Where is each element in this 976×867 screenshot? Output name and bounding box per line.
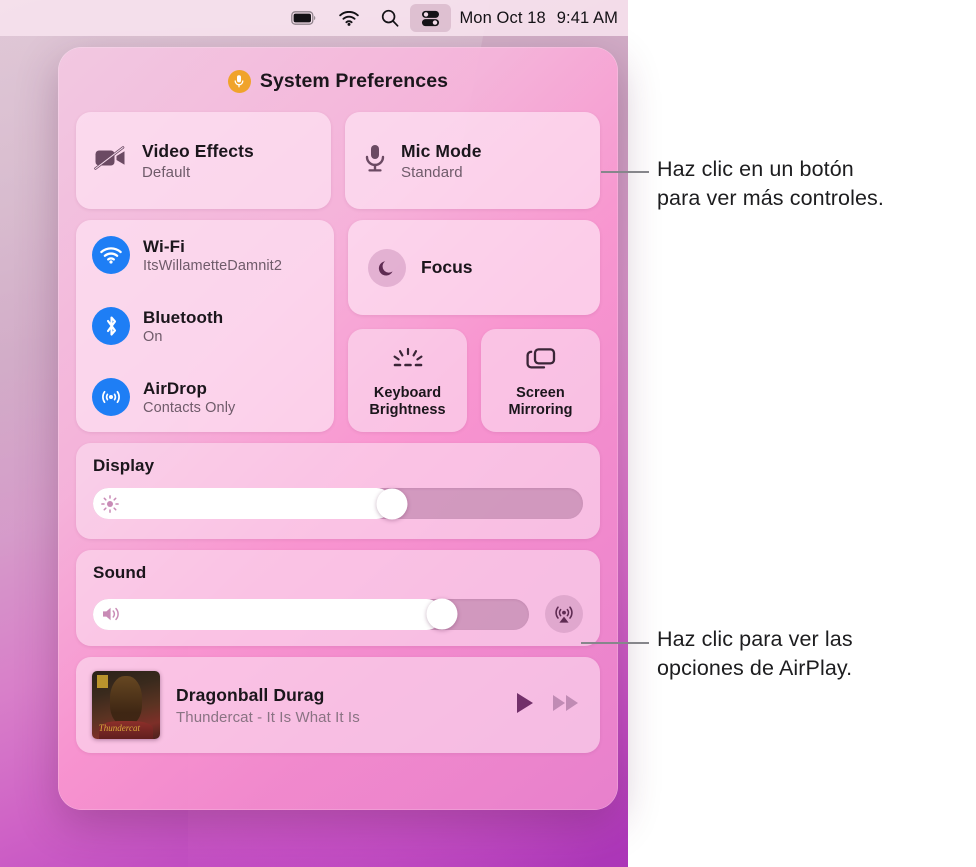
airdrop-control[interactable]: AirDrop Contacts Only [92, 378, 334, 416]
callout-buttons-leader-line [601, 171, 649, 173]
keyboard-brightness-button[interactable]: Keyboard Brightness [348, 329, 467, 432]
menubar-date: Mon Oct 18 [459, 8, 546, 27]
display-title: Display [93, 456, 155, 475]
page-title: System Preferences [259, 69, 449, 92]
menubar-time: 9:41 AM [556, 8, 618, 27]
album-artwork: Thundercat [92, 671, 160, 739]
bluetooth-status: On [143, 328, 163, 345]
callout-airplay-line1: Haz clic para ver las [657, 627, 853, 651]
screen-mirroring-label-line1: Screen [516, 384, 565, 401]
focus-label: Focus [421, 257, 473, 277]
menubar-clock[interactable]: Mon Oct 18 9:41 AM [451, 9, 618, 28]
effects-row: Video Effects Default Mic Mode Standard [76, 112, 600, 209]
control-center-icon[interactable] [410, 4, 452, 32]
bluetooth-control[interactable]: Bluetooth On [92, 307, 334, 345]
video-effects-title: Video Effects [142, 140, 254, 161]
bluetooth-icon [92, 307, 130, 345]
screen-mirroring-label-line2: Mirroring [508, 401, 573, 418]
album-art-signature: Thundercat [98, 722, 140, 733]
microphone-in-use-icon [227, 69, 251, 93]
sound-slider-handle[interactable] [426, 598, 458, 630]
wifi-title: Wi-Fi [143, 236, 185, 256]
focus-and-utilities-column: Focus Keyboard Brightness Screen Mirrori… [348, 220, 600, 432]
control-center-panel: System Preferences Video Effects Default [58, 47, 618, 810]
battery-icon[interactable] [280, 4, 328, 32]
utility-tiles-row: Keyboard Brightness Screen Mirroring [348, 329, 600, 432]
display-slider-handle[interactable] [376, 488, 408, 519]
video-off-icon [94, 145, 128, 176]
callout-airplay: Haz clic para ver las opciones de AirPla… [657, 625, 853, 683]
menu-bar: Mon Oct 18 9:41 AM [0, 0, 628, 36]
connectivity-row: Wi-Fi ItsWillametteDamnit2 Bluetooth On [76, 220, 600, 432]
mic-mode-subtitle: Standard [401, 163, 463, 181]
bluetooth-title: Bluetooth [143, 307, 224, 327]
video-effects-button[interactable]: Video Effects Default [76, 112, 331, 209]
screen-mirroring-icon [524, 347, 558, 378]
speaker-icon [101, 605, 123, 623]
wifi-icon[interactable] [328, 4, 370, 32]
track-title: Dragonball Durag [176, 684, 325, 705]
callout-airplay-line2: opciones de AirPlay. [657, 656, 853, 681]
display-brightness-slider[interactable] [93, 488, 583, 519]
keyboard-brightness-icon [389, 347, 427, 378]
sound-section: Sound [76, 550, 600, 646]
brightness-icon [101, 494, 119, 513]
mic-mode-title: Mic Mode [401, 140, 482, 161]
callout-buttons: Haz clic en un botón para ver más contro… [657, 155, 884, 213]
search-icon[interactable] [370, 4, 410, 32]
microphone-icon [363, 143, 387, 178]
wifi-control[interactable]: Wi-Fi ItsWillametteDamnit2 [92, 236, 334, 274]
callout-buttons-line1: Haz clic en un botón [657, 157, 854, 181]
wifi-network-name: ItsWillametteDamnit2 [143, 257, 282, 274]
sound-title: Sound [93, 563, 147, 582]
moon-icon [368, 248, 406, 287]
play-button[interactable] [514, 691, 536, 720]
callout-buttons-line2: para ver más controles. [657, 186, 884, 211]
wifi-icon [92, 236, 130, 274]
sound-volume-slider[interactable] [93, 598, 529, 630]
control-center-header: System Preferences [76, 61, 600, 101]
display-section: Display [76, 443, 600, 539]
airdrop-status: Contacts Only [143, 399, 236, 416]
airdrop-icon [92, 378, 130, 416]
focus-button[interactable]: Focus [348, 220, 600, 315]
keyboard-brightness-label-line1: Keyboard [373, 384, 442, 401]
video-effects-subtitle: Default [142, 163, 191, 181]
screen-mirroring-button[interactable]: Screen Mirroring [481, 329, 600, 432]
fast-forward-button[interactable] [552, 692, 580, 719]
track-artist-album: Thundercat - It Is What It Is [176, 708, 360, 726]
mic-mode-button[interactable]: Mic Mode Standard [345, 112, 600, 209]
airdrop-title: AirDrop [143, 378, 207, 398]
airplay-audio-icon[interactable] [545, 595, 583, 633]
keyboard-brightness-label-line2: Brightness [369, 401, 446, 418]
callout-airplay-leader-line [581, 642, 649, 644]
now-playing-section: Thundercat Dragonball Durag Thundercat -… [76, 657, 600, 753]
connectivity-group: Wi-Fi ItsWillametteDamnit2 Bluetooth On [76, 220, 334, 432]
